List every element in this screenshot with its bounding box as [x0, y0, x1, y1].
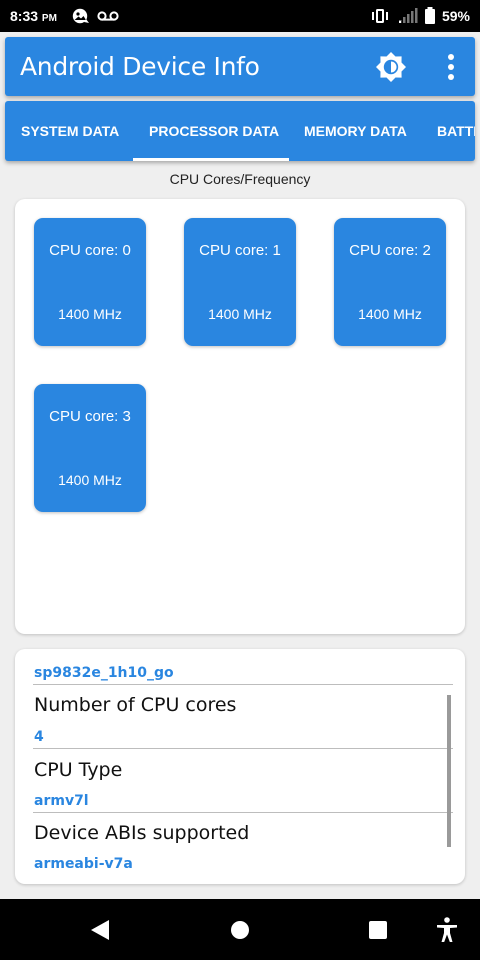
info-value: 4	[34, 729, 44, 745]
battery-percent: 59%	[441, 8, 470, 24]
info-value: armeabi-v7a	[34, 856, 133, 872]
status-time: 8:33 PM	[10, 8, 57, 24]
core-name: CPU core: 0	[49, 242, 131, 259]
chipset-name: sp9832e_1h10_go	[34, 665, 174, 681]
recents-icon[interactable]	[368, 920, 388, 940]
core-name: CPU core: 1	[199, 242, 281, 259]
nav-bar	[0, 899, 480, 960]
cpu-core-tile: CPU core: 3 1400 MHz	[34, 384, 146, 512]
signal-icon	[399, 8, 418, 23]
tab-system-data[interactable]: SYSTEM DATA	[21, 101, 119, 161]
core-frequency: 1400 MHz	[208, 306, 272, 322]
more-vert-icon[interactable]	[441, 53, 461, 81]
tab-memory-data[interactable]: MEMORY DATA	[304, 101, 407, 161]
cpu-core-tile: CPU core: 1 1400 MHz	[184, 218, 296, 346]
app-bar: Android Device Info	[5, 37, 475, 96]
battery-icon	[425, 7, 435, 24]
divider	[33, 812, 453, 813]
scrollbar[interactable]	[447, 695, 451, 847]
voicemail-icon	[97, 11, 119, 21]
clock-time: 8:33	[10, 8, 39, 24]
tab-indicator	[133, 158, 289, 161]
accessibility-icon[interactable]	[436, 917, 458, 943]
core-name: CPU core: 3	[49, 408, 131, 425]
cpu-core-tile: CPU core: 0 1400 MHz	[34, 218, 146, 346]
home-icon[interactable]	[230, 920, 250, 940]
app-title: Android Device Info	[20, 52, 260, 81]
core-frequency: 1400 MHz	[58, 472, 122, 488]
back-icon[interactable]	[90, 919, 110, 941]
divider	[33, 684, 453, 685]
core-name: CPU core: 2	[349, 242, 431, 259]
status-bar: 8:33 PM 59%	[0, 0, 480, 32]
cpu-cores-card: CPU core: 0 1400 MHz CPU core: 1 1400 MH…	[15, 199, 465, 634]
info-label: Device ABIs supported	[34, 822, 250, 844]
core-frequency: 1400 MHz	[58, 306, 122, 322]
brightness-icon[interactable]	[375, 51, 407, 83]
clock-ampm: PM	[41, 13, 57, 24]
info-label: CPU Type	[34, 759, 123, 781]
divider	[33, 748, 453, 749]
tab-bar: SYSTEM DATA PROCESSOR DATA MEMORY DATA B…	[5, 101, 475, 161]
photo-icon	[72, 8, 89, 24]
processor-info-card: sp9832e_1h10_go Number of CPU cores 4 CP…	[15, 649, 465, 884]
tab-battery-data[interactable]: BATTERY DATA	[437, 101, 475, 161]
info-label: Number of CPU cores	[34, 694, 237, 716]
info-value: armv7l	[34, 793, 89, 809]
section-caption: CPU Cores/Frequency	[169, 171, 311, 187]
core-frequency: 1400 MHz	[358, 306, 422, 322]
vibrate-icon	[372, 9, 388, 23]
cpu-core-tile: CPU core: 2 1400 MHz	[334, 218, 446, 346]
tab-processor-data[interactable]: PROCESSOR DATA	[149, 101, 279, 161]
